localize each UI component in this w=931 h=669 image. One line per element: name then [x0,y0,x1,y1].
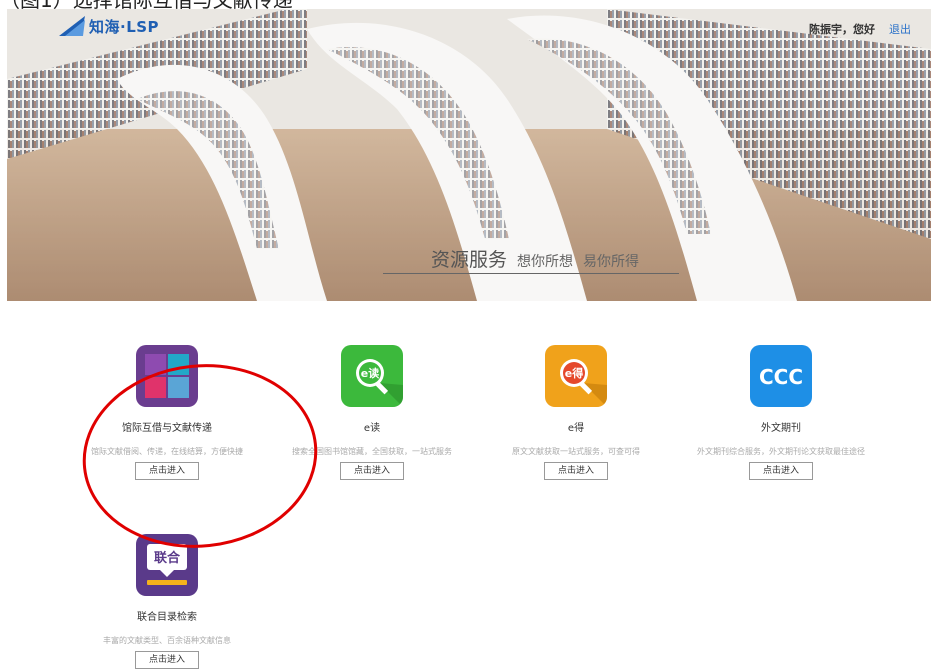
slogan-sub-2: 易你所得 [583,254,640,270]
logo-text: 知海·LSP [89,17,160,36]
logo-wing-icon [59,16,85,36]
service-desc: 原文文献获取一站式服务，可查可得 [512,447,640,456]
service-title: 联合目录检索 [137,612,197,623]
eread-magnifier-icon[interactable]: e读 [341,345,403,407]
slogan-underline [383,273,679,274]
enter-button-foreign-journals[interactable]: 点击进入 [749,462,813,480]
banner-slogan: 资源服务 想你所想 易你所得 [431,245,639,272]
service-title: e得 [567,423,585,434]
service-title: 外文期刊 [761,423,801,434]
ccc-logo-icon[interactable]: CCC [750,345,812,407]
slogan-sub-1: 想你所想 [517,254,574,270]
enter-button-eget[interactable]: 点击进入 [544,462,608,480]
red-annotation-circle [82,364,318,548]
app-logo[interactable]: 知海·LSP [59,15,159,37]
user-area: 陈振宇，您好 退出 [809,21,911,37]
svg-text:e得: e得 [565,366,583,380]
service-desc: 丰富的文献类型、百余语种文献信息 [103,636,231,645]
enter-button-eread[interactable]: 点击进入 [340,462,404,480]
enter-button-union-catalog[interactable]: 点击进入 [135,651,199,669]
service-foreign-journals: CCC 外文期刊 外文期刊综合服务，外文期刊论文获取最佳途径 点击进入 [681,345,881,480]
service-desc: 外文期刊综合服务，外文期刊论文获取最佳途径 [697,447,865,456]
service-eget: e得 e得 原文文献获取一站式服务，可查可得 点击进入 [476,345,676,480]
svg-text:e读: e读 [361,366,379,380]
hero-banner: 知海·LSP 陈振宇，您好 退出 资源服务 想你所想 易你所得 [7,9,931,301]
page-caption: （图1）选择馆际互借与文献传递 [0,0,931,9]
user-greeting: 陈振宇，您好 [809,23,875,36]
service-union-catalog: 联合 联合目录检索 丰富的文献类型、百余语种文献信息 点击进入 [67,534,267,669]
slogan-main: 资源服务 [431,249,508,271]
svg-text:联合: 联合 [154,550,181,566]
logout-link[interactable]: 退出 [889,21,911,37]
svg-text:CCC: CCC [759,365,803,389]
eget-magnifier-icon[interactable]: e得 [545,345,607,407]
